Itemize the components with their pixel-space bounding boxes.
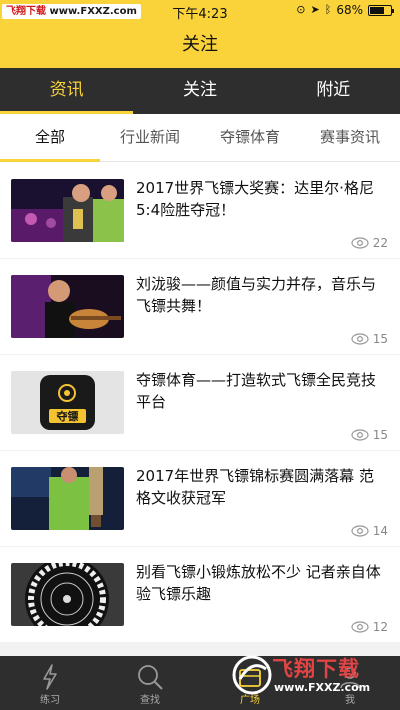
battery-icon — [368, 4, 394, 16]
tab-nearby[interactable]: 附近 — [267, 68, 400, 114]
news-thumbnail — [11, 179, 124, 242]
nav-me[interactable]: 我 — [300, 656, 400, 710]
eye-icon — [351, 525, 369, 537]
nav-plaza[interactable]: 广场 — [200, 656, 300, 710]
status-bar: 飞翔下载 www.FXXZ.com 下午4:23 ⊙ ➤ ᛒ 68% — [0, 0, 400, 22]
nav-search[interactable]: 查找 — [100, 656, 200, 710]
news-title: 2017世界飞镖大奖赛：达里尔·格尼5:4险胜夺冠！ — [136, 179, 374, 219]
news-thumbnail — [11, 563, 124, 626]
view-count: 15 — [351, 428, 388, 442]
news-title: 2017年世界飞镖锦标赛圆满落幕 范格文收获冠军 — [136, 467, 374, 507]
status-icons: ⊙ ➤ ᛒ 68% — [296, 3, 394, 17]
top-tabs: 资讯 关注 附近 — [0, 68, 400, 114]
news-title: 夺镖体育——打造软式飞镖全民竞技平台 — [136, 371, 377, 411]
nav-practice[interactable]: 练习 — [0, 656, 100, 710]
nav-label: 练习 — [40, 695, 60, 706]
news-title: 刘泷骏——颜值与实力并存，音乐与飞镖共舞！ — [136, 275, 377, 315]
sub-tabs: 全部 行业新闻 夺镖体育 赛事资讯 — [0, 114, 400, 162]
location-icon: ➤ — [310, 3, 320, 16]
tab-news[interactable]: 资讯 — [0, 68, 134, 114]
news-item[interactable]: 刘泷骏——颜值与实力并存，音乐与飞镖共舞！ 15 — [0, 259, 400, 354]
nav-label: 查找 — [140, 695, 160, 706]
battery-percent: 68% — [336, 3, 363, 17]
news-title: 别看飞镖小锻炼放松不少 记者亲自体验飞镖乐趣 — [136, 563, 381, 603]
nav-label: 我 — [345, 695, 355, 706]
news-thumbnail: 夺镖 — [11, 371, 124, 434]
eye-icon — [351, 333, 369, 345]
news-thumbnail — [11, 467, 124, 530]
page-title: 关注 — [0, 22, 400, 68]
duobiao-logo-text: 夺镖 — [56, 409, 79, 423]
subtab-duobiao-sports[interactable]: 夺镖体育 — [200, 114, 300, 161]
news-item[interactable]: 2017世界飞镖大奖赛：达里尔·格尼5:4险胜夺冠！ 22 — [0, 163, 400, 258]
tab-following[interactable]: 关注 — [133, 68, 266, 114]
view-count-value: 15 — [372, 332, 388, 346]
subtab-event-news[interactable]: 赛事资讯 — [300, 114, 400, 161]
subtab-all[interactable]: 全部 — [0, 114, 100, 162]
lightning-icon — [43, 664, 57, 690]
view-count: 12 — [351, 620, 388, 634]
news-list: 2017世界飞镖大奖赛：达里尔·格尼5:4险胜夺冠！ 22 刘泷骏——颜值与实力… — [0, 163, 400, 656]
eye-icon — [351, 621, 369, 633]
view-count-value: 12 — [372, 620, 388, 634]
subtab-industry-news[interactable]: 行业新闻 — [100, 114, 200, 161]
eye-icon — [351, 429, 369, 441]
view-count-value: 22 — [372, 236, 388, 250]
news-item[interactable]: 2017年世界飞镖锦标赛圆满落幕 范格文收获冠军 14 — [0, 451, 400, 546]
view-count-value: 14 — [372, 524, 388, 538]
user-icon — [340, 667, 360, 689]
view-count: 15 — [351, 332, 388, 346]
eye-icon — [351, 237, 369, 249]
orientation-lock-icon: ⊙ — [296, 3, 306, 16]
bluetooth-icon: ᛒ — [324, 3, 332, 16]
nav-label: 广场 — [240, 695, 260, 706]
news-item[interactable]: 别看飞镖小锻炼放松不少 记者亲自体验飞镖乐趣 12 — [0, 547, 400, 642]
news-item[interactable]: 夺镖 夺镖体育——打造软式飞镖全民竞技平台 15 — [0, 355, 400, 450]
view-count-value: 15 — [372, 428, 388, 442]
view-count: 22 — [351, 236, 388, 250]
news-thumbnail — [11, 275, 124, 338]
bottom-nav: 练习 查找 广场 我 — [0, 656, 400, 710]
search-icon — [138, 665, 163, 690]
view-count: 14 — [351, 524, 388, 538]
plaza-icon — [239, 669, 261, 687]
